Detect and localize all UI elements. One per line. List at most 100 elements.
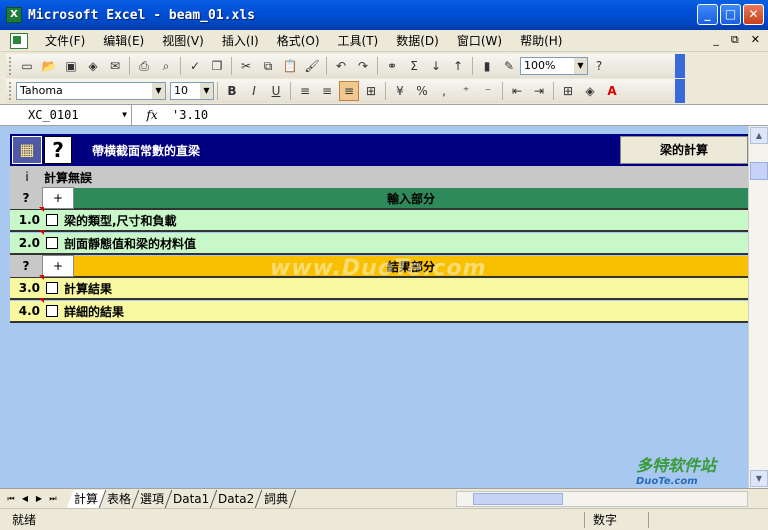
tab-data2[interactable]: Data2	[211, 489, 263, 508]
insert-function-icon[interactable]: fx	[132, 108, 172, 122]
zoom-select[interactable]: 100% ▼	[520, 57, 588, 75]
decrease-decimal-icon[interactable]: ⁻	[478, 81, 498, 101]
tab-data1[interactable]: Data1	[165, 489, 218, 508]
workbook-icon[interactable]	[10, 32, 28, 49]
menu-view[interactable]: 视图(V)	[153, 32, 213, 49]
chart-wizard-icon[interactable]: ▮	[477, 56, 497, 76]
align-left-icon[interactable]: ≡	[295, 81, 315, 101]
align-right-icon[interactable]: ≡	[339, 81, 359, 101]
print-icon[interactable]: ⎙	[134, 56, 154, 76]
doc-close-button[interactable]: ✕	[751, 33, 760, 47]
list-item[interactable]: 1.0 梁的類型,尺寸和負載	[10, 207, 748, 232]
sort-ascending-icon[interactable]: ↓	[426, 56, 446, 76]
toolbar-options-icon[interactable]	[675, 54, 685, 78]
increase-indent-icon[interactable]: ⇥	[529, 81, 549, 101]
row-label: 詳細的結果	[64, 304, 125, 319]
horizontal-scrollbar[interactable]	[456, 491, 748, 507]
close-button[interactable]: ✕	[743, 4, 764, 25]
row-checkbox[interactable]	[46, 305, 58, 317]
font-size-select[interactable]: 10 ▼	[170, 82, 214, 100]
scroll-thumb[interactable]	[473, 493, 563, 505]
redo-icon[interactable]: ↷	[353, 56, 373, 76]
help-question-icon[interactable]: ?	[10, 187, 42, 209]
help-question-icon[interactable]: ?	[10, 255, 42, 277]
menu-tools[interactable]: 工具(T)	[329, 32, 388, 49]
menu-data[interactable]: 数据(D)	[387, 32, 448, 49]
list-item[interactable]: 4.0 詳細的結果	[10, 298, 748, 323]
beam-calc-button[interactable]: 梁的計算	[620, 136, 748, 164]
scroll-up-icon[interactable]: ▲	[750, 127, 768, 144]
minimize-button[interactable]: _	[697, 4, 718, 25]
prev-sheet-icon[interactable]: ◀	[18, 494, 32, 503]
expand-input-button[interactable]: +	[42, 187, 74, 209]
last-sheet-icon[interactable]: ⏭	[46, 494, 60, 504]
name-box[interactable]: XC_0101 ▼	[0, 105, 132, 125]
chevron-down-icon[interactable]: ▼	[122, 105, 127, 125]
format-painter-icon[interactable]: 🖌	[302, 56, 322, 76]
row-checkbox[interactable]	[46, 237, 58, 249]
copy-icon[interactable]: ⧉	[258, 56, 278, 76]
spelling-icon[interactable]: ✓	[185, 56, 205, 76]
maximize-button[interactable]: □	[720, 4, 741, 25]
paste-icon[interactable]: 📋	[280, 56, 300, 76]
bold-icon[interactable]: B	[222, 81, 242, 101]
open-icon[interactable]: 📂	[39, 56, 59, 76]
menu-insert[interactable]: 插入(I)	[213, 32, 268, 49]
formula-input[interactable]: '3.10	[172, 108, 208, 122]
chevron-down-icon[interactable]: ▼	[200, 83, 213, 99]
worksheet-area[interactable]: ▦ ? 帶横截面常數的直梁 梁的計算 i 計算無誤 ? + 輸入部分 1.0 梁…	[0, 126, 748, 488]
borders-icon[interactable]: ⊞	[558, 81, 578, 101]
autosum-icon[interactable]: Σ	[404, 56, 424, 76]
doc-restore-button[interactable]: ⧉	[731, 33, 739, 47]
help-question-icon[interactable]: ?	[44, 136, 72, 164]
undo-icon[interactable]: ↶	[331, 56, 351, 76]
merge-center-icon[interactable]: ⊞	[361, 81, 381, 101]
doc-minimize-button[interactable]: _	[713, 33, 719, 47]
excel-app-icon[interactable]: X	[6, 7, 22, 23]
font-color-icon[interactable]: A	[602, 81, 622, 101]
font-name-select[interactable]: Tahoma ▼	[16, 82, 166, 100]
chevron-down-icon[interactable]: ▼	[152, 83, 165, 99]
scroll-down-icon[interactable]: ▼	[750, 470, 768, 487]
vertical-scrollbar[interactable]: ▲ ▼	[748, 126, 768, 488]
toolbar-options-icon[interactable]	[675, 79, 685, 103]
increase-decimal-icon[interactable]: ⁺	[456, 81, 476, 101]
drawing-icon[interactable]: ✎	[499, 56, 519, 76]
fill-color-icon[interactable]: ◈	[580, 81, 600, 101]
scroll-thumb[interactable]	[750, 162, 768, 180]
sort-descending-icon[interactable]: ↑	[448, 56, 468, 76]
underline-icon[interactable]: U	[266, 81, 286, 101]
print-preview-icon[interactable]: ⌕	[156, 56, 176, 76]
help-icon[interactable]: ?	[589, 56, 609, 76]
email-icon[interactable]: ✉	[105, 56, 125, 76]
menu-format[interactable]: 格式(O)	[268, 32, 329, 49]
menu-window[interactable]: 窗口(W)	[448, 32, 511, 49]
row-checkbox[interactable]	[46, 282, 58, 294]
list-item[interactable]: 3.0 計算結果	[10, 275, 748, 300]
currency-icon[interactable]: ¥	[390, 81, 410, 101]
hyperlink-icon[interactable]: ⚭	[382, 56, 402, 76]
comma-icon[interactable]: ,	[434, 81, 454, 101]
decrease-indent-icon[interactable]: ⇤	[507, 81, 527, 101]
research-icon[interactable]: ❐	[207, 56, 227, 76]
align-center-icon[interactable]: ≡	[317, 81, 337, 101]
row-checkbox[interactable]	[46, 214, 58, 226]
chevron-down-icon[interactable]: ▼	[574, 58, 587, 74]
tab-dictionary[interactable]: 詞典	[256, 489, 296, 508]
menu-edit[interactable]: 编辑(E)	[94, 32, 153, 49]
save-icon[interactable]: ▣	[61, 56, 81, 76]
calculator-icon[interactable]: ▦	[12, 136, 42, 164]
new-icon[interactable]: ▭	[17, 56, 37, 76]
first-sheet-icon[interactable]: ⏮	[4, 494, 18, 504]
toolbar-grip[interactable]	[9, 82, 13, 100]
menu-help[interactable]: 帮助(H)	[511, 32, 571, 49]
toolbar-grip[interactable]	[9, 57, 13, 75]
italic-icon[interactable]: I	[244, 81, 264, 101]
expand-result-button[interactable]: +	[42, 255, 74, 277]
list-item[interactable]: 2.0 剖面靜態值和梁的材料值	[10, 230, 748, 255]
percent-icon[interactable]: %	[412, 81, 432, 101]
cut-icon[interactable]: ✂	[236, 56, 256, 76]
permission-icon[interactable]: ◈	[83, 56, 103, 76]
menu-file[interactable]: 文件(F)	[36, 32, 94, 49]
next-sheet-icon[interactable]: ▶	[32, 494, 46, 503]
